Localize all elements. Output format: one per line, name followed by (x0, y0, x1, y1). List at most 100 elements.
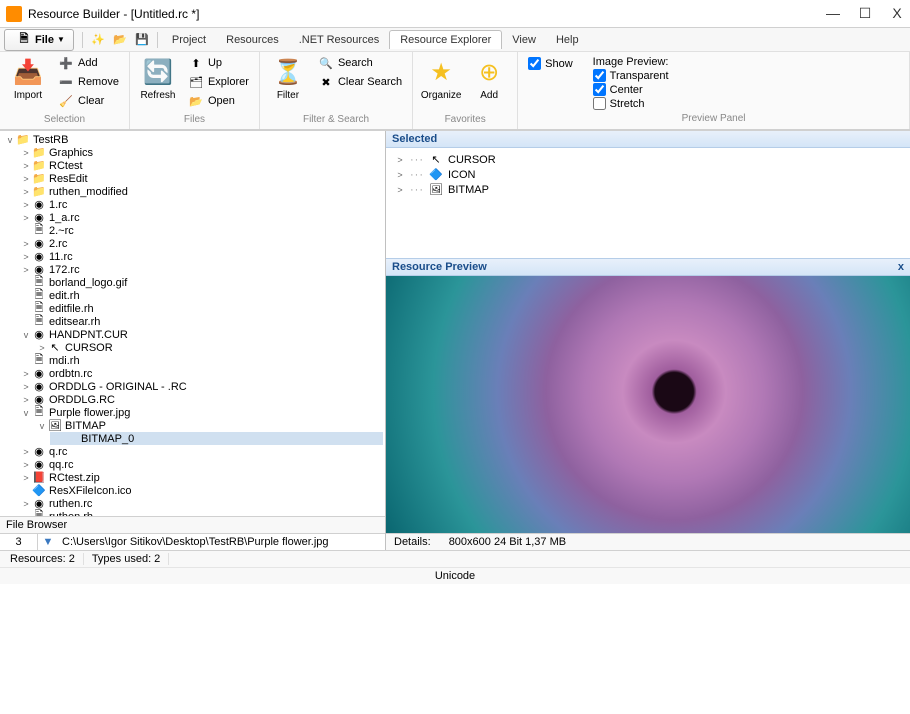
node-label: RCtest.zip (49, 472, 100, 484)
expander-icon[interactable]: > (20, 200, 32, 210)
tab-project[interactable]: Project (162, 31, 216, 49)
expander-icon[interactable]: > (20, 473, 32, 483)
tree-row[interactable]: 🔷ResXFileIcon.ico (18, 484, 383, 497)
tab-help[interactable]: Help (546, 31, 589, 49)
tab-view[interactable]: View (502, 31, 546, 49)
tree-row[interactable]: >📁ResEdit (18, 172, 383, 185)
expander-icon[interactable]: > (394, 170, 406, 180)
dots: ··· (410, 184, 424, 196)
expander-icon[interactable]: > (20, 161, 32, 171)
show-checkbox[interactable] (528, 57, 541, 70)
tree-row[interactable]: 🗎editfile.rh (18, 302, 383, 315)
tree-row[interactable]: >◉ruthen.rc (18, 497, 383, 510)
tree-row[interactable]: >↖CURSOR (34, 341, 383, 354)
expander-icon[interactable]: > (394, 155, 406, 165)
tab-net-resources[interactable]: .NET Resources (289, 31, 390, 49)
tree-row[interactable]: >◉ORDDLG.RC (18, 393, 383, 406)
expander-icon[interactable]: > (394, 185, 406, 195)
tree-row[interactable]: >◉11.rc (18, 250, 383, 263)
file-menu-button[interactable]: 🗎 File ▼ (4, 29, 74, 51)
tree-row[interactable]: 🗎borland_logo.gif (18, 276, 383, 289)
expander-icon[interactable]: > (20, 213, 32, 223)
expander-icon[interactable]: > (20, 187, 32, 197)
organize-button[interactable]: ★ Organize (419, 54, 463, 103)
clear-button[interactable]: 🧹Clear (54, 92, 123, 110)
expander-icon[interactable]: > (20, 382, 32, 392)
expander-icon[interactable]: > (20, 239, 32, 249)
filter-button[interactable]: ⏳ Filter (266, 54, 310, 103)
expander-icon[interactable]: > (20, 174, 32, 184)
selected-item[interactable]: >···🖼BITMAP (394, 182, 902, 197)
selected-header: Selected (386, 131, 910, 148)
tree-row[interactable]: >◉ORDDLG - ORIGINAL - .RC (18, 380, 383, 393)
funnel-icon[interactable]: ▼ (38, 536, 58, 548)
tree-row[interactable]: >◉1.rc (18, 198, 383, 211)
maximize-button[interactable]: ☐ (858, 5, 872, 22)
tree-row[interactable]: >◉q.rc (18, 445, 383, 458)
expander-icon[interactable]: v (4, 135, 16, 145)
transparent-checkbox[interactable] (593, 69, 606, 82)
remove-button[interactable]: ➖Remove (54, 73, 123, 91)
tree-row[interactable]: 🗎2.~rc (18, 224, 383, 237)
open-icon[interactable]: 📂 (112, 32, 128, 48)
selected-list[interactable]: >···↖CURSOR>···🔷ICON>···🖼BITMAP (386, 148, 910, 258)
node-icon: 📁 (32, 146, 46, 159)
file-tree[interactable]: v 📁 TestRB >📁Graphics>📁RCtest>📁ResEdit>📁… (0, 131, 385, 516)
tree-row[interactable]: 🗎mdi.rh (18, 354, 383, 367)
tree-row[interactable]: 🗎editsear.rh (18, 315, 383, 328)
expander-icon[interactable]: > (20, 252, 32, 262)
tree-row[interactable]: >◉1_a.rc (18, 211, 383, 224)
stretch-checkbox[interactable] (593, 97, 606, 110)
explorer-button[interactable]: 🗂Explorer (184, 73, 253, 91)
tree-row[interactable]: >📁RCtest (18, 159, 383, 172)
tree-row[interactable]: v🖼BITMAP (34, 419, 383, 432)
tab-resource-explorer[interactable]: Resource Explorer (389, 30, 502, 49)
tree-row[interactable]: v 📁 TestRB (2, 133, 383, 146)
preview-close-button[interactable]: x (898, 261, 904, 273)
import-button[interactable]: 📥 Import (6, 54, 50, 103)
expander-icon[interactable]: > (20, 499, 32, 509)
center-checkbox-row[interactable]: Center (593, 83, 669, 96)
new-icon[interactable]: ✨ (90, 32, 106, 48)
expander-icon[interactable]: > (20, 447, 32, 457)
tree-row[interactable]: >◉qq.rc (18, 458, 383, 471)
expander-icon[interactable]: v (20, 330, 32, 340)
tree-row[interactable]: v◉HANDPNT.CUR (18, 328, 383, 341)
add-favorite-button[interactable]: ⊕ Add (467, 54, 511, 103)
close-button[interactable]: X (890, 5, 904, 22)
tree-row[interactable]: >📁ruthen_modified (18, 185, 383, 198)
node-icon: ↖ (48, 341, 62, 354)
expander-icon[interactable]: v (36, 421, 48, 431)
tree-row[interactable]: >📕RCtest.zip (18, 471, 383, 484)
tree-row[interactable]: >📁Graphics (18, 146, 383, 159)
expander-icon[interactable]: > (20, 369, 32, 379)
transparent-checkbox-row[interactable]: Transparent (593, 69, 669, 82)
tree-row[interactable]: >◉172.rc (18, 263, 383, 276)
stretch-checkbox-row[interactable]: Stretch (593, 97, 669, 110)
add-button[interactable]: ➕Add (54, 54, 123, 72)
selected-item[interactable]: >···🔷ICON (394, 167, 902, 182)
minimize-button[interactable]: — (826, 5, 840, 22)
save-icon[interactable]: 💾 (134, 32, 150, 48)
search-button[interactable]: 🔍Search (314, 54, 406, 72)
expander-icon[interactable]: > (20, 460, 32, 470)
expander-icon[interactable]: > (20, 395, 32, 405)
show-checkbox-row[interactable]: Show (528, 57, 573, 70)
details-label: Details: (394, 536, 431, 548)
selected-item[interactable]: >···↖CURSOR (394, 152, 902, 167)
expander-icon[interactable]: > (20, 148, 32, 158)
expander-icon[interactable]: > (20, 265, 32, 275)
tree-row[interactable]: >◉ordbtn.rc (18, 367, 383, 380)
tree-row[interactable]: v🗎Purple flower.jpg (18, 406, 383, 419)
tree-row[interactable]: BITMAP_0 (50, 432, 383, 445)
tree-row[interactable]: 🗎edit.rh (18, 289, 383, 302)
clear-search-button[interactable]: ✖Clear Search (314, 73, 406, 91)
node-icon: ◉ (32, 380, 46, 393)
center-checkbox[interactable] (593, 83, 606, 96)
open-button[interactable]: 📂Open (184, 92, 253, 110)
up-button[interactable]: ⬆Up (184, 54, 253, 72)
refresh-button[interactable]: 🔄 Refresh (136, 54, 180, 103)
tab-resources[interactable]: Resources (216, 31, 289, 49)
expander-icon[interactable]: v (20, 408, 32, 418)
tree-row[interactable]: >◉2.rc (18, 237, 383, 250)
